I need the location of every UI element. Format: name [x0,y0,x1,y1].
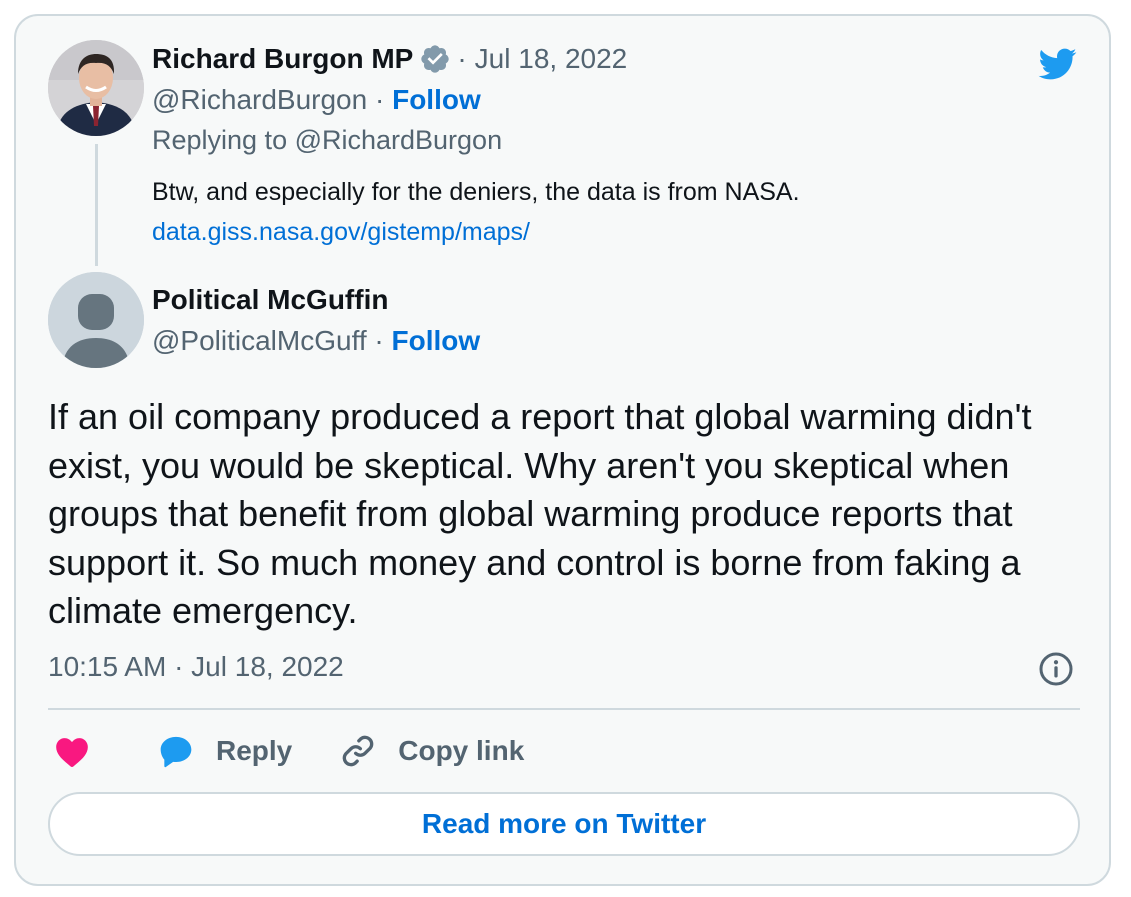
avatar-richard-burgon[interactable] [48,40,144,136]
main-handle-row: @PoliticalMcGuff · Follow [152,324,480,358]
follow-button-parent[interactable]: Follow [392,84,481,115]
copy-link-button[interactable]: Copy link [292,731,524,771]
tweet-timestamp[interactable]: 10:15 AM · Jul 18, 2022 [48,650,344,684]
parent-tweet-text-block: Btw, and especially for the deniers, the… [152,172,800,252]
link-icon [342,735,374,767]
like-button[interactable] [52,731,92,771]
main-author-row: Political McGuffin [152,283,388,317]
verified-badge-icon [421,45,450,73]
reply-button[interactable]: Reply [92,731,292,771]
main-tweet-text: If an oil company produced a report that… [48,396,1032,631]
avatar-political-mcguffin[interactable] [48,272,144,368]
main-author-name[interactable]: Political McGuffin [152,283,388,317]
heart-icon [56,738,88,767]
read-more-label: Read more on Twitter [421,808,707,839]
copy-link-label: Copy link [398,735,525,766]
parent-tweet-text: Btw, and especially for the deniers, the… [152,178,800,206]
parent-author-name[interactable]: Richard Burgon MP [152,42,413,76]
info-icon[interactable] [1038,651,1074,687]
default-avatar-icon [48,272,144,368]
follow-button-main[interactable]: Follow [392,325,481,356]
action-bar: Reply Copy link [52,729,524,773]
parent-author-row: Richard Burgon MP · Jul 18, 2022 [152,42,627,76]
twitter-bird-icon[interactable] [1034,44,1080,84]
replying-to-label: Replying to @RichardBurgon [152,125,503,155]
parent-handle-row: @RichardBurgon · Follow [152,83,481,117]
reply-label: Reply [216,735,293,766]
parent-handle[interactable]: @RichardBurgon [152,84,367,115]
handle-separator: · [374,325,384,356]
thread-connector-line [95,144,98,266]
parent-tweet-date[interactable]: Jul 18, 2022 [475,42,628,76]
avatar-photo [48,40,144,136]
reply-bubble-icon [160,736,192,768]
nasa-data-link[interactable]: data.giss.nasa.gov/gistemp/maps/ [152,212,800,252]
tweet-embed-card: Richard Burgon MP · Jul 18, 2022 @Richar… [14,14,1111,886]
handle-separator: · [374,84,385,115]
main-handle[interactable]: @PoliticalMcGuff [152,325,367,356]
date-separator: · [457,43,467,74]
read-more-on-twitter-button[interactable]: Read more on Twitter [48,792,1080,856]
divider [48,708,1080,710]
